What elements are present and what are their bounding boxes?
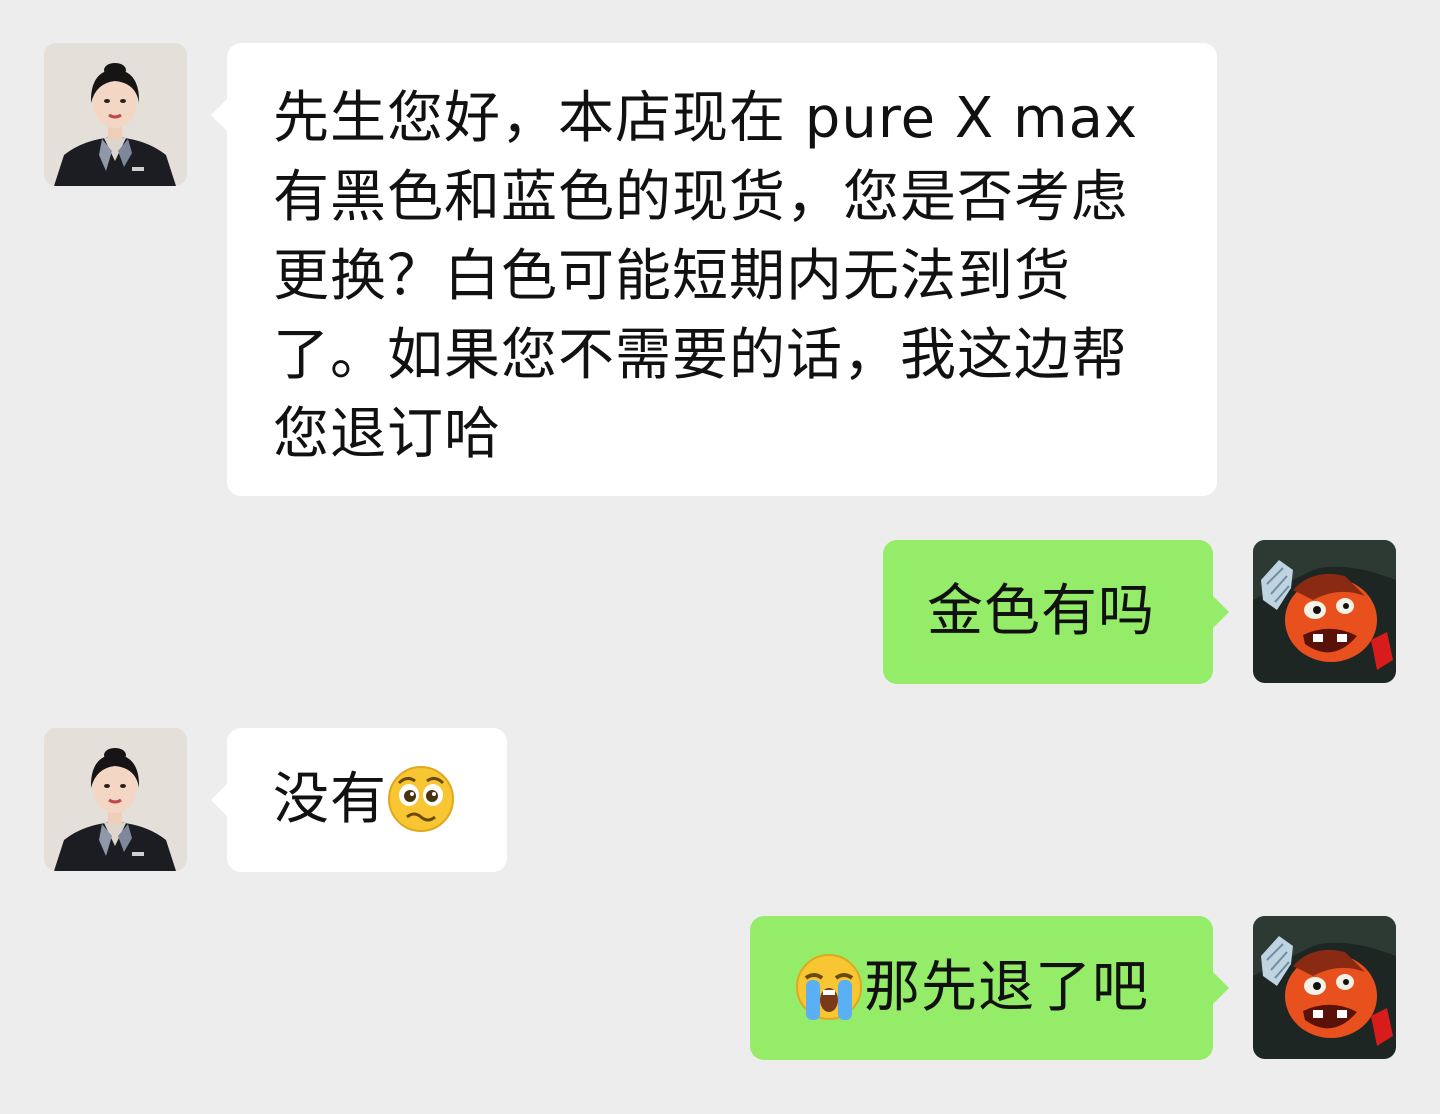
message-text: 没有 — [273, 767, 387, 832]
loudly-crying-face-emoji — [794, 952, 864, 1022]
pleading-face-emoji — [387, 765, 455, 833]
message-text: 金色有吗 — [927, 579, 1155, 644]
message-text: 那先退了吧 — [864, 955, 1149, 1020]
message-bubble-incoming[interactable]: 先生您好，本店现在 pure X max 有黑色和蓝色的现货，您是否考虑更换？白… — [211, 43, 1217, 496]
message-bubble-outgoing[interactable]: 金色有吗 — [883, 540, 1229, 684]
customer-avatar[interactable] — [1253, 540, 1396, 683]
merchant-avatar[interactable] — [44, 43, 187, 186]
customer-avatar[interactable] — [1253, 916, 1396, 1059]
message-bubble-incoming[interactable]: 没有 — [211, 728, 507, 872]
message-content: 那先退了吧 — [794, 948, 1213, 1027]
merchant-avatar[interactable] — [44, 728, 187, 871]
message-text: 先生您好，本店现在 pure X max 有黑色和蓝色的现货，您是否考虑更换？白… — [273, 86, 1139, 467]
message-content: 没有 — [273, 760, 507, 839]
message-bubble-outgoing[interactable]: 那先退了吧 — [750, 916, 1229, 1060]
